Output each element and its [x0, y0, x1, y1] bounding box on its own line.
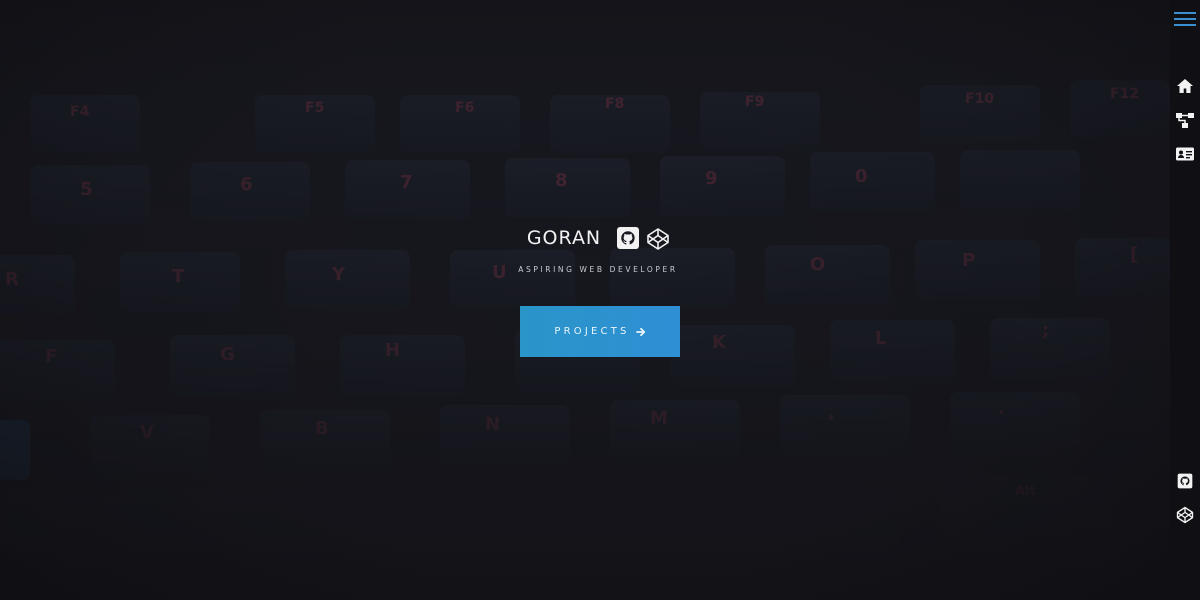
projects-button[interactable]: PROJECTS [520, 306, 680, 357]
github-square-icon[interactable] [1170, 469, 1200, 493]
id-card-icon[interactable] [1170, 142, 1200, 166]
codepen-icon[interactable] [646, 226, 670, 250]
sitemap-icon[interactable] [1170, 108, 1200, 132]
github-icon[interactable] [616, 226, 640, 250]
hero-title-row: GORAN [0, 226, 1200, 250]
arrow-right-icon [635, 327, 646, 337]
home-icon[interactable] [1170, 74, 1200, 98]
hero-name: GORAN [526, 227, 602, 249]
hero-content: GORAN ASPIRING WEB DEVELOPER PROJECTS [0, 0, 1170, 600]
right-sidebar [1170, 0, 1200, 600]
codepen-icon[interactable] [1170, 503, 1200, 527]
projects-button-label: PROJECTS [554, 326, 630, 337]
hamburger-menu-icon[interactable] [1170, 7, 1200, 31]
hero-tagline: ASPIRING WEB DEVELOPER [518, 265, 678, 274]
